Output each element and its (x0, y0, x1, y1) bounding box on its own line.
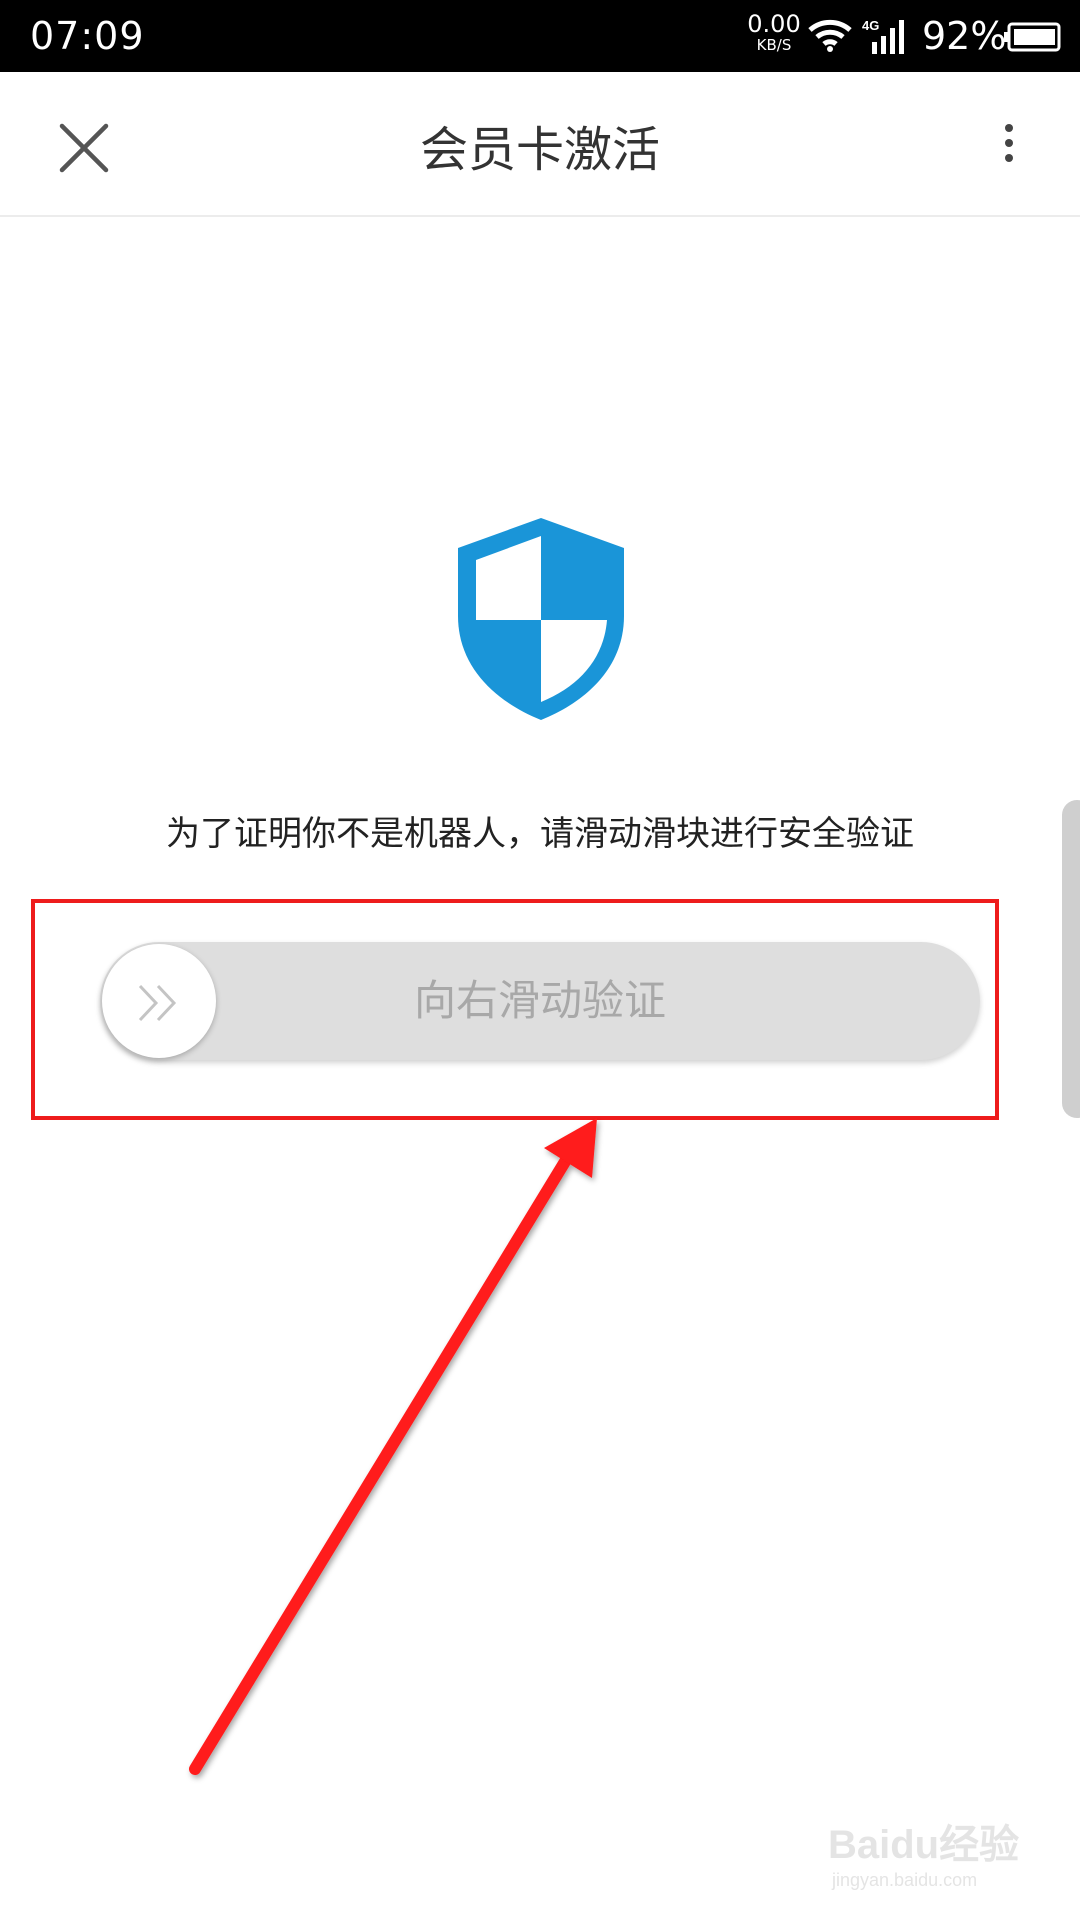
network-speed-value: 0.00 (747, 10, 801, 38)
network-type: 4G (862, 18, 879, 33)
slider-label: 向右滑动验证 (413, 976, 666, 1025)
status-bar: 07:09 0.00 KB/S 4G 92% (0, 0, 1080, 72)
battery-percent: 92% (922, 14, 1007, 58)
verification-instruction: 为了证明你不是机器人，请滑动滑块进行安全验证 (166, 814, 914, 854)
wifi-icon (808, 19, 852, 52)
shield-icon (458, 518, 624, 720)
watermark-logo: Baidu经验 (828, 1823, 1020, 1867)
status-time: 07:09 (30, 14, 145, 58)
watermark-url: jingyan.baidu.com (832, 1870, 978, 1890)
signal-icon: 4G (862, 18, 904, 54)
edge-drawer-handle[interactable] (1062, 800, 1080, 1118)
screen: 07:09 0.00 KB/S 4G 92% 会员卡激活 为了证明你不是机器人，… (0, 0, 1080, 1920)
network-speed-unit: KB/S (756, 36, 792, 54)
more-button[interactable] (994, 118, 1024, 170)
slider-handle[interactable] (102, 944, 216, 1058)
double-chevron-right-icon (138, 984, 177, 1022)
more-icon (1005, 124, 1013, 162)
network-speed: 0.00 KB/S (746, 12, 802, 53)
page-title: 会员卡激活 (419, 122, 660, 178)
battery-icon (1004, 22, 1061, 52)
baidu-jingyan-watermark: Baidu经验 jingyan.baidu.com (828, 1812, 1028, 1891)
slide-to-verify-slider[interactable]: 向右滑动验证 (100, 942, 980, 1060)
top-app-bar: 会员卡激活 (0, 72, 1080, 217)
